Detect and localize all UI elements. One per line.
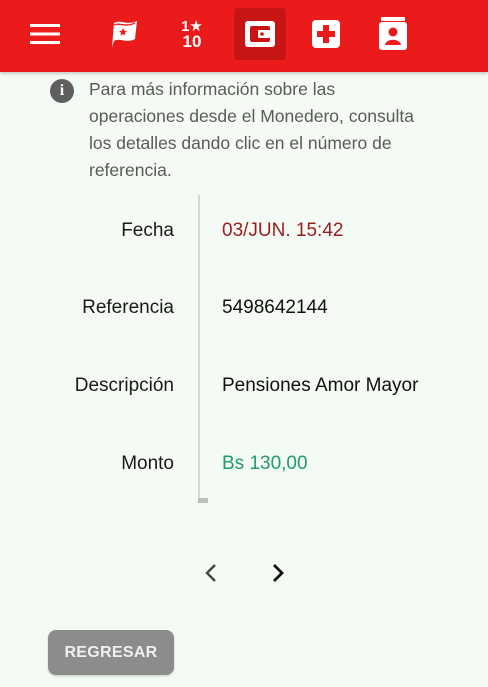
ranking-bottom-text: 10 <box>182 32 202 51</box>
ranking-icon[interactable]: 1★ 10 <box>166 8 218 60</box>
monto-label: Monto <box>121 453 174 474</box>
descripcion-label: Descripción <box>74 375 174 396</box>
flag-icon[interactable] <box>99 8 151 60</box>
descripcion-value: Pensiones Amor Mayor <box>222 375 419 396</box>
profile-card-icon[interactable] <box>367 8 419 60</box>
back-button[interactable]: REGRESAR <box>48 630 174 675</box>
chevron-left-icon[interactable] <box>198 560 224 586</box>
scroll-track <box>198 195 200 498</box>
info-icon: i <box>50 79 74 103</box>
fecha-value: 03/JUN. 15:42 <box>222 220 344 241</box>
info-text: Para más información sobre las operacion… <box>89 79 414 180</box>
top-nav-bar: 1★ 10 <box>0 0 488 72</box>
referencia-label: Referencia <box>82 297 174 318</box>
fecha-label: Fecha <box>121 220 174 241</box>
chevron-right-icon[interactable] <box>265 560 291 586</box>
health-cross-icon[interactable] <box>300 8 352 60</box>
referencia-value[interactable]: 5498642144 <box>222 297 440 319</box>
menu-icon[interactable] <box>19 8 71 60</box>
scroll-handle[interactable] <box>198 498 208 503</box>
wallet-icon[interactable] <box>234 8 286 60</box>
monto-value: Bs 130,00 <box>222 453 308 474</box>
